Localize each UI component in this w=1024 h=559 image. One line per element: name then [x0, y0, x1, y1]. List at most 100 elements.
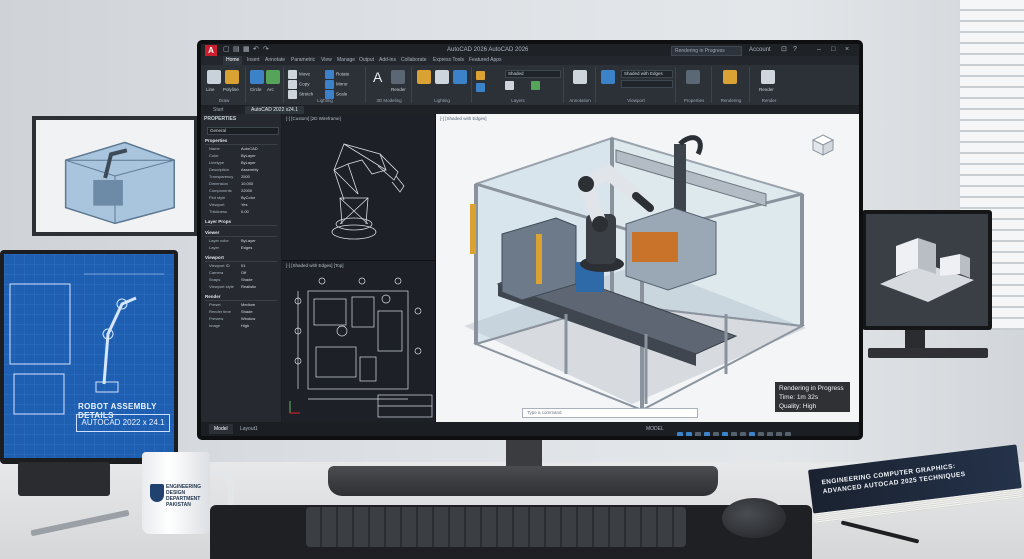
property-row[interactable]: Viewport Yes [209, 202, 277, 208]
workspace-icon[interactable] [767, 432, 773, 436]
new-file-icon[interactable]: ▢ [223, 44, 230, 56]
property-value[interactable]: ByLayer [241, 238, 256, 243]
annotation-scale-icon[interactable] [758, 432, 764, 436]
properties-selector[interactable]: General [207, 127, 279, 135]
move-button[interactable]: Move [288, 70, 310, 79]
lineweight-icon[interactable] [731, 432, 737, 436]
tab-annotate[interactable]: Annotate [265, 56, 285, 65]
ortho-icon[interactable] [695, 432, 701, 436]
model-space-toggle[interactable]: MODEL [641, 424, 669, 434]
property-value[interactable]: 22000 [241, 188, 252, 193]
model-tab[interactable]: Model [209, 424, 233, 434]
drawing-tab[interactable]: AutoCAD 2022 x24.1 [245, 106, 304, 114]
cart-icon[interactable]: ⊡ [781, 44, 787, 56]
dimension-tool-icon[interactable] [573, 70, 587, 84]
property-value[interactable]: ByLayer [241, 160, 256, 165]
text-tool-icon[interactable]: A [373, 70, 387, 84]
property-value[interactable]: High [241, 323, 249, 328]
start-tab[interactable]: Start [207, 106, 230, 114]
viewport-shaded[interactable]: [-] [Shaded with Edges] Rendering in Pro… [436, 114, 859, 422]
property-value[interactable]: 10.000 [241, 181, 253, 186]
tab-featured-apps[interactable]: Featured Apps [469, 56, 502, 65]
properties-section[interactable]: Properties [205, 138, 277, 145]
viewport-shaded-label[interactable]: [-] [Shaded with Edges] [440, 116, 487, 121]
polyline-tool-icon[interactable] [225, 70, 239, 84]
property-row[interactable]: Plot style ByColor [209, 195, 277, 201]
user-account[interactable]: Account [749, 44, 771, 56]
property-row[interactable]: Viewport ID 01 [209, 263, 277, 269]
otrack-icon[interactable] [722, 432, 728, 436]
property-value[interactable]: Realistic [241, 284, 256, 289]
viewcube-icon[interactable] [810, 132, 836, 158]
property-value[interactable]: Off [241, 270, 246, 275]
snap-icon[interactable] [686, 432, 692, 436]
tab-home[interactable]: Home [223, 56, 243, 65]
app-logo-button[interactable]: A [205, 45, 217, 56]
property-row[interactable]: Image High [209, 323, 277, 329]
point-light-icon[interactable] [435, 70, 449, 84]
property-row[interactable]: Name AutoCAD [209, 146, 277, 152]
open-file-icon[interactable]: ▤ [233, 44, 240, 56]
viewport-config-icon[interactable] [601, 70, 615, 84]
property-row[interactable]: Dimension 10.000 [209, 181, 277, 187]
tab-parametric[interactable]: Parametric [291, 56, 315, 65]
help-icon[interactable]: ? [793, 44, 797, 56]
property-value[interactable]: Shade [241, 277, 253, 282]
layout1-tab[interactable]: Layout1 [235, 424, 263, 434]
property-row[interactable]: Camera Off [209, 270, 277, 276]
property-value[interactable]: Edges [241, 245, 252, 250]
transparency-icon[interactable] [740, 432, 746, 436]
tab-manage[interactable]: Manage [337, 56, 355, 65]
layer-isolate-button[interactable] [531, 81, 542, 90]
property-row[interactable]: Transparency 2500 [209, 174, 277, 180]
property-row[interactable]: Color ByLayer [209, 153, 277, 159]
line-tool-icon[interactable] [207, 70, 221, 84]
property-row[interactable]: Description Assembly [209, 167, 277, 173]
property-value[interactable]: Window [241, 316, 255, 321]
property-row[interactable]: Preview Window [209, 316, 277, 322]
property-value[interactable]: ByLayer [241, 153, 256, 158]
property-row[interactable]: Render time Shade [209, 309, 277, 315]
rendering-icon[interactable] [723, 70, 737, 84]
viewport-plan-label[interactable]: [-] [Shaded with Edges] [Top] [286, 263, 344, 268]
layer-freeze-button[interactable] [476, 83, 487, 92]
property-value[interactable]: AutoCAD [241, 146, 258, 151]
tab-addins[interactable]: Add-ins [379, 56, 396, 65]
properties-section[interactable]: Render [205, 294, 277, 301]
customization-icon[interactable] [776, 432, 782, 436]
property-row[interactable]: Viewport style Realistic [209, 284, 277, 290]
tab-view[interactable]: View [321, 56, 332, 65]
tab-collaborate[interactable]: Collaborate [401, 56, 427, 65]
property-row[interactable]: Thickness 0.00 [209, 209, 277, 215]
layer-properties-button[interactable] [476, 71, 487, 80]
properties-section[interactable]: Viewer [205, 230, 277, 237]
property-row[interactable]: Components 22000 [209, 188, 277, 194]
property-row[interactable]: Preset Medium [209, 302, 277, 308]
tab-insert[interactable]: Insert [247, 56, 260, 65]
viewport-plan[interactable]: [-] [Shaded with Edges] [Top] [282, 261, 436, 422]
selection-cycling-icon[interactable] [749, 432, 755, 436]
mirror-button[interactable]: Mirror [325, 80, 348, 89]
viewport-wireframe-label[interactable]: [-] [Custom] [2D Wireframe] [286, 116, 341, 121]
grid-icon[interactable] [677, 432, 683, 436]
property-value[interactable]: ByColor [241, 195, 255, 200]
fullscreen-icon[interactable] [785, 432, 791, 436]
property-row[interactable]: Layer Edges [209, 245, 277, 251]
rotate-button[interactable]: Rotate [325, 70, 349, 79]
viewport-wireframe[interactable]: [-] [Custom] [2D Wireframe] [282, 114, 436, 261]
save-icon[interactable]: ▦ [243, 44, 250, 56]
undo-icon[interactable]: ↶ [253, 44, 259, 56]
properties-section[interactable]: Viewport [205, 255, 277, 262]
arc-tool-icon[interactable] [266, 70, 280, 84]
property-value[interactable]: Shade [241, 309, 253, 314]
circle-tool-icon[interactable] [250, 70, 264, 84]
visual-style-dropdown[interactable]: Shaded with Edges [621, 70, 673, 78]
polar-icon[interactable] [704, 432, 710, 436]
property-row[interactable]: Layer color ByLayer [209, 238, 277, 244]
property-value[interactable]: Yes [241, 202, 248, 207]
minimize-icon[interactable]: – [817, 44, 821, 56]
property-row[interactable]: Snaps Shade [209, 277, 277, 283]
search-input[interactable]: Rendering in Progress [671, 46, 742, 56]
property-value[interactable]: Medium [241, 302, 255, 307]
property-value[interactable]: Assembly [241, 167, 258, 172]
